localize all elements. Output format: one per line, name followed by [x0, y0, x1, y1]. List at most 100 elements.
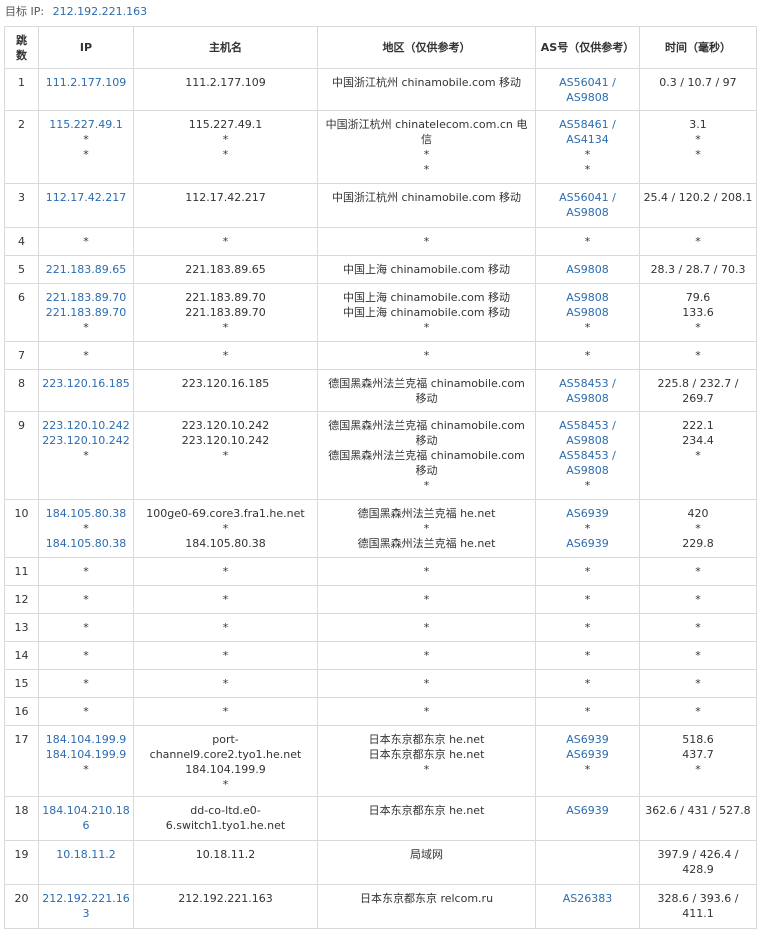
ip-text: *	[83, 565, 89, 578]
region-text: *	[423, 705, 430, 718]
time-cell: *	[639, 641, 757, 670]
ip-link[interactable]: 223.120.10.242	[42, 418, 130, 433]
ip-link[interactable]: 212.192.221.163	[42, 891, 130, 921]
ip-text: *	[83, 522, 89, 535]
as-link[interactable]: AS6939	[539, 732, 636, 747]
ip-link[interactable]: 221.183.89.70	[42, 305, 130, 320]
as-link[interactable]: AS9808	[539, 305, 636, 320]
hostname-cell: 223.120.10.242 223.120.10.242 *	[133, 411, 318, 500]
as-link[interactable]: AS56041 /	[539, 190, 636, 205]
region-text: *	[423, 763, 430, 776]
region-text: 中国浙江杭州 chinamobile.com 移动	[331, 191, 522, 204]
as-cell: *	[535, 697, 640, 726]
time-text: *	[695, 133, 701, 146]
ip-link[interactable]: 10.18.11.2	[42, 847, 130, 862]
ip-link[interactable]: 115.227.49.1	[42, 117, 130, 132]
region-cell: *	[317, 641, 536, 670]
hop-cell: 11	[4, 557, 39, 586]
time-cell: *	[639, 341, 757, 370]
as-link[interactable]: AS9808	[539, 205, 636, 220]
table-row: 7 * * * * *	[4, 341, 757, 370]
host-text: *	[222, 677, 229, 690]
hostname-cell: *	[133, 613, 318, 642]
hop-cell: 10	[4, 499, 39, 558]
as-cell: *	[535, 227, 640, 256]
ip-link[interactable]: 184.105.80.38	[42, 506, 130, 521]
region-text: 中国浙江杭州 chinamobile.com 移动	[331, 76, 522, 89]
ip-text: *	[83, 349, 89, 362]
target-ip-label: 目标 IP:	[5, 5, 45, 18]
as-link[interactable]: AS6939	[539, 747, 636, 762]
ip-link[interactable]: 184.104.210.186	[42, 803, 130, 833]
table-row: 8 223.120.16.185 223.120.16.185 德国黑森州法兰克福 c…	[4, 369, 757, 412]
as-link[interactable]: AS6939	[539, 536, 636, 551]
as-link[interactable]: AS9808	[539, 433, 636, 448]
as-cell: *	[535, 669, 640, 698]
host-text: 184.104.199.9	[185, 763, 266, 776]
as-link[interactable]: AS58461 /	[539, 117, 636, 132]
ip-link[interactable]: 184.104.199.9	[42, 732, 130, 747]
hostname-cell: *	[133, 341, 318, 370]
table-row: 17 184.104.199.9 184.104.199.9 * port-channe…	[4, 725, 757, 797]
ip-cell: 111.2.177.109	[38, 68, 134, 111]
ip-text: *	[83, 133, 89, 146]
as-link[interactable]: AS58453 /	[539, 448, 636, 463]
time-text: *	[695, 565, 701, 578]
header-as: AS号（仅供参考）	[535, 26, 640, 69]
time-text: 437.7	[682, 748, 714, 761]
as-link[interactable]: AS4134	[539, 132, 636, 147]
region-cell: *	[317, 557, 536, 586]
as-link[interactable]: AS9808	[539, 262, 636, 277]
hop-cell: 5	[4, 255, 39, 284]
as-link[interactable]: AS9808	[539, 90, 636, 105]
header-hop-line-1: 跳	[16, 33, 27, 47]
table-row: 18 184.104.210.186 dd-co-ltd.e0-6.switch1.…	[4, 796, 757, 841]
as-link[interactable]: AS6939	[539, 506, 636, 521]
ip-link[interactable]: 111.2.177.109	[42, 75, 130, 90]
as-link[interactable]: AS58453 /	[539, 418, 636, 433]
region-text: 日本东京都东京 he.net	[368, 733, 485, 746]
as-cell: *	[535, 585, 640, 614]
ip-link[interactable]: 223.120.16.185	[42, 376, 130, 391]
as-text: *	[584, 349, 591, 362]
ip-text: *	[83, 449, 89, 462]
host-text: 184.105.80.38	[185, 537, 266, 550]
region-text: 中国上海 chinamobile.com 移动	[342, 263, 511, 276]
host-text: 212.192.221.163	[178, 892, 273, 905]
region-cell: *	[317, 585, 536, 614]
as-link[interactable]: AS56041 /	[539, 75, 636, 90]
as-link[interactable]: AS9808	[539, 463, 636, 478]
ip-link[interactable]: 184.105.80.38	[42, 536, 130, 551]
time-text: *	[695, 349, 701, 362]
as-link[interactable]: AS9808	[539, 290, 636, 305]
region-text: 中国上海 chinamobile.com 移动	[342, 306, 511, 319]
as-text: *	[584, 235, 591, 248]
ip-cell: 112.17.42.217	[38, 183, 134, 228]
ip-link[interactable]: 112.17.42.217	[42, 190, 130, 205]
traceroute-table: 跳 数 IP 主机名 地区（仅供参考） AS号（仅供参考） 时间（毫秒） 1 11…	[4, 26, 757, 929]
hostname-cell: 115.227.49.1 * *	[133, 110, 318, 184]
region-text: 日本东京都东京 he.net	[368, 748, 485, 761]
as-link[interactable]: AS6939	[539, 803, 636, 818]
as-link[interactable]: AS58453 /	[539, 376, 636, 391]
ip-link[interactable]: 223.120.10.242	[42, 433, 130, 448]
region-text: *	[423, 621, 430, 634]
time-text: *	[695, 522, 701, 535]
ip-link[interactable]: 221.183.89.65	[42, 262, 130, 277]
ip-link[interactable]: 184.104.199.9	[42, 747, 130, 762]
as-text: *	[584, 621, 591, 634]
target-ip-value[interactable]: 212.192.221.163	[53, 5, 147, 18]
hop-cell: 1	[4, 68, 39, 111]
hostname-cell: 112.17.42.217	[133, 183, 318, 228]
hop-cell: 16	[4, 697, 39, 726]
as-link[interactable]: AS9808	[539, 391, 636, 406]
time-cell: *	[639, 227, 757, 256]
host-text: 223.120.10.242	[181, 434, 270, 447]
region-text: 德国黑森州法兰克福 chinamobile.com 移动	[328, 419, 525, 447]
host-text: *	[222, 649, 229, 662]
ip-link[interactable]: 221.183.89.70	[42, 290, 130, 305]
host-text: *	[222, 565, 229, 578]
ip-cell: *	[38, 341, 134, 370]
host-text: *	[222, 621, 229, 634]
as-link[interactable]: AS26383	[539, 891, 636, 906]
